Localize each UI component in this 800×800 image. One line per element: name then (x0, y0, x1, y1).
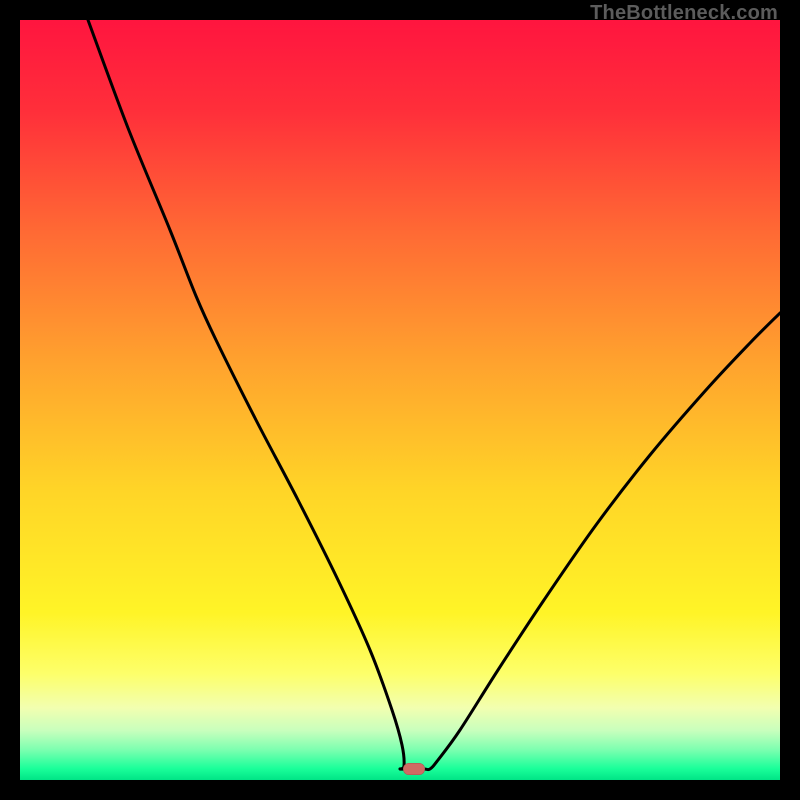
chart-frame: TheBottleneck.com (0, 0, 800, 800)
watermark-label: TheBottleneck.com (590, 2, 778, 25)
plot-area (20, 20, 780, 780)
optimal-marker (403, 763, 425, 775)
bottleneck-curve (20, 20, 780, 780)
